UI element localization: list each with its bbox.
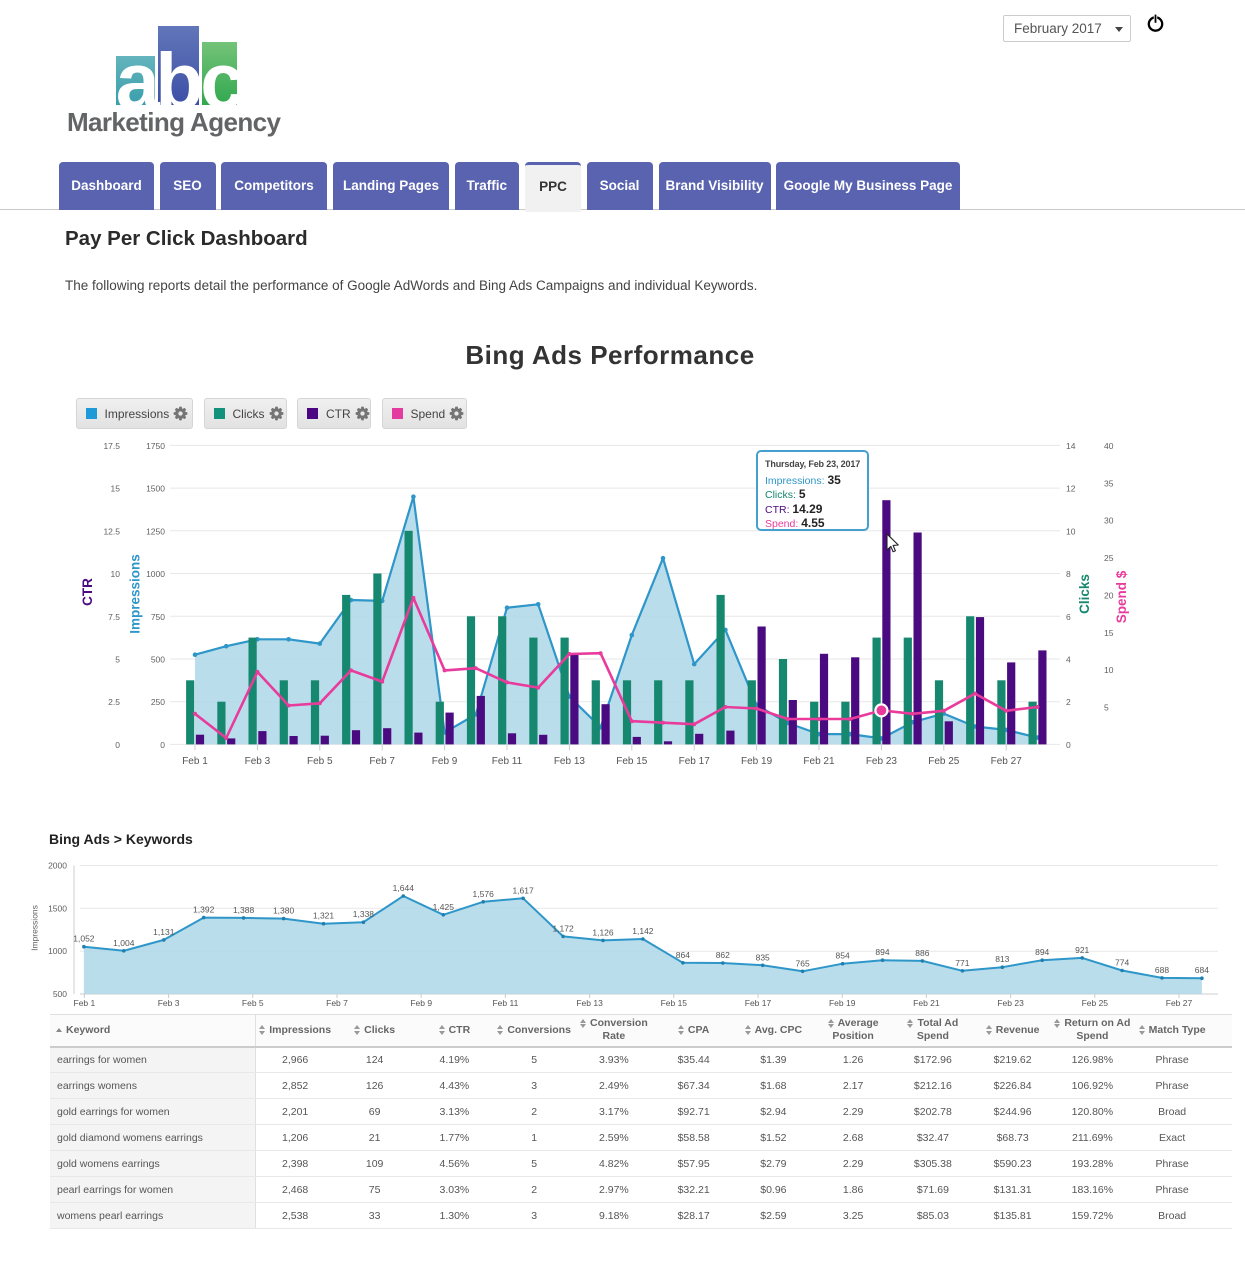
svg-text:1,380: 1,380: [273, 906, 295, 916]
svg-text:5: 5: [1104, 703, 1109, 713]
svg-text:Feb 21: Feb 21: [803, 756, 835, 767]
svg-text:7.5: 7.5: [108, 612, 120, 622]
svg-text:1500: 1500: [146, 484, 165, 494]
svg-text:Feb 15: Feb 15: [616, 756, 648, 767]
svg-text:8: 8: [1066, 569, 1071, 579]
svg-text:Feb 11: Feb 11: [492, 756, 523, 767]
svg-text:Feb 9: Feb 9: [410, 998, 432, 1008]
svg-text:Feb 23: Feb 23: [997, 998, 1024, 1008]
svg-text:15: 15: [1104, 628, 1114, 638]
svg-text:774: 774: [1115, 958, 1129, 968]
svg-text:Feb 7: Feb 7: [326, 998, 348, 1008]
svg-text:1,576: 1,576: [473, 889, 495, 899]
svg-text:1,004: 1,004: [113, 938, 135, 948]
svg-text:864: 864: [676, 950, 690, 960]
svg-text:CTR: CTR: [80, 578, 95, 606]
svg-text:0: 0: [115, 740, 120, 750]
svg-text:886: 886: [915, 948, 929, 958]
svg-text:894: 894: [875, 947, 889, 957]
svg-text:Impressions: Impressions: [128, 554, 143, 634]
svg-text:35: 35: [1104, 478, 1114, 488]
svg-text:1,142: 1,142: [632, 926, 654, 936]
svg-text:Feb 27: Feb 27: [1166, 998, 1193, 1008]
svg-text:Feb 25: Feb 25: [928, 756, 960, 767]
svg-text:500: 500: [151, 655, 165, 665]
svg-text:Feb 17: Feb 17: [745, 998, 772, 1008]
svg-text:15: 15: [111, 484, 121, 494]
svg-text:Feb 19: Feb 19: [741, 756, 773, 767]
svg-text:813: 813: [995, 954, 1009, 964]
svg-text:1750: 1750: [146, 441, 165, 451]
svg-text:2: 2: [1066, 697, 1071, 707]
svg-text:Feb 13: Feb 13: [576, 998, 603, 1008]
svg-text:2000: 2000: [48, 861, 67, 871]
svg-text:Feb 27: Feb 27: [991, 756, 1023, 767]
svg-text:Impressions: Impressions: [30, 905, 40, 951]
svg-text:Feb 23: Feb 23: [866, 756, 898, 767]
svg-text:921: 921: [1075, 945, 1089, 955]
svg-text:1,052: 1,052: [73, 934, 95, 944]
svg-text:1,338: 1,338: [353, 909, 375, 919]
svg-text:0: 0: [160, 740, 165, 750]
svg-text:10: 10: [111, 569, 121, 579]
svg-text:1500: 1500: [48, 903, 67, 913]
svg-text:Feb 1: Feb 1: [182, 756, 208, 767]
svg-text:750: 750: [151, 612, 165, 622]
svg-text:Feb 13: Feb 13: [554, 756, 586, 767]
svg-text:20: 20: [1104, 590, 1114, 600]
svg-text:10: 10: [1066, 526, 1076, 536]
svg-text:Feb 17: Feb 17: [679, 756, 711, 767]
svg-text:Feb 5: Feb 5: [307, 756, 333, 767]
svg-text:688: 688: [1155, 965, 1169, 975]
svg-text:4: 4: [1066, 655, 1071, 665]
svg-text:1,425: 1,425: [433, 902, 455, 912]
svg-text:5: 5: [115, 655, 120, 665]
svg-text:771: 771: [955, 958, 969, 968]
svg-text:Feb 3: Feb 3: [245, 756, 271, 767]
svg-text:Feb 25: Feb 25: [1082, 998, 1109, 1008]
svg-text:250: 250: [151, 697, 165, 707]
svg-text:40: 40: [1104, 441, 1114, 451]
svg-text:1,388: 1,388: [233, 905, 255, 915]
svg-text:1000: 1000: [48, 946, 67, 956]
svg-text:Feb 1: Feb 1: [74, 998, 96, 1008]
svg-text:Feb 7: Feb 7: [369, 756, 395, 767]
svg-text:Feb 21: Feb 21: [913, 998, 940, 1008]
svg-text:1250: 1250: [146, 526, 165, 536]
svg-text:14: 14: [1066, 441, 1076, 451]
svg-text:894: 894: [1035, 947, 1049, 957]
svg-text:854: 854: [836, 951, 850, 961]
svg-text:1,392: 1,392: [193, 905, 215, 915]
svg-text:Feb 15: Feb 15: [661, 998, 688, 1008]
svg-text:1,644: 1,644: [393, 883, 415, 893]
svg-text:500: 500: [53, 989, 67, 999]
svg-text:Feb 9: Feb 9: [432, 756, 458, 767]
svg-text:Feb 19: Feb 19: [829, 998, 856, 1008]
svg-text:Feb 11: Feb 11: [492, 998, 518, 1008]
svg-text:835: 835: [756, 952, 770, 962]
svg-text:684: 684: [1195, 965, 1209, 975]
svg-text:1,321: 1,321: [313, 911, 335, 921]
svg-text:17.5: 17.5: [103, 441, 120, 451]
svg-text:1,126: 1,126: [592, 927, 614, 937]
svg-text:6: 6: [1066, 612, 1071, 622]
svg-text:2.5: 2.5: [108, 697, 120, 707]
svg-text:862: 862: [716, 950, 730, 960]
svg-text:Feb 5: Feb 5: [242, 998, 264, 1008]
svg-text:1000: 1000: [146, 569, 165, 579]
svg-text:1,172: 1,172: [552, 923, 574, 933]
svg-text:Feb 3: Feb 3: [158, 998, 180, 1008]
svg-text:0: 0: [1066, 740, 1071, 750]
svg-text:25: 25: [1104, 553, 1114, 563]
svg-text:765: 765: [796, 958, 810, 968]
svg-text:12.5: 12.5: [103, 526, 120, 536]
svg-text:1,617: 1,617: [512, 885, 534, 895]
svg-text:1,131: 1,131: [153, 927, 175, 937]
svg-text:10: 10: [1104, 665, 1114, 675]
svg-text:12: 12: [1066, 484, 1076, 494]
svg-text:30: 30: [1104, 516, 1114, 526]
svg-text:Clicks: Clicks: [1077, 574, 1092, 614]
svg-text:Spend $: Spend $: [1114, 570, 1129, 623]
